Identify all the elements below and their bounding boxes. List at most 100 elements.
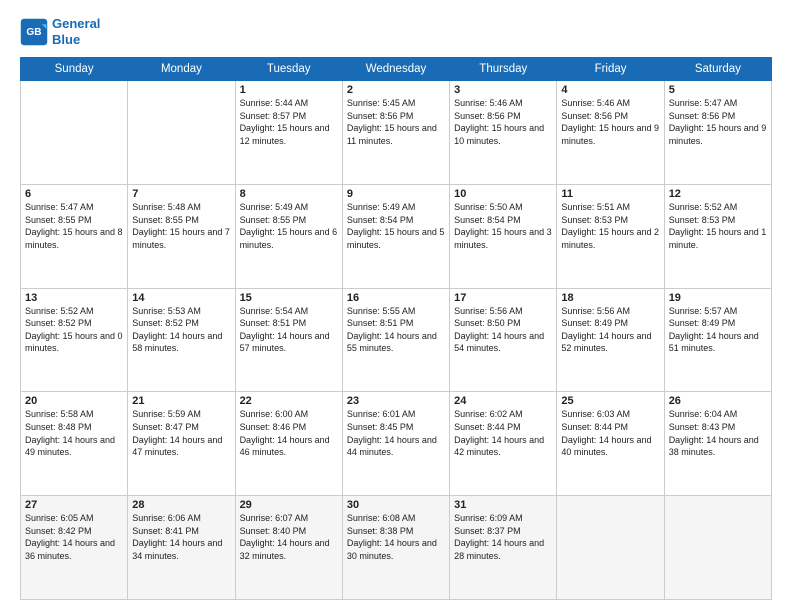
day-number: 14 bbox=[132, 292, 230, 304]
calendar-body: 1Sunrise: 5:44 AMSunset: 8:57 PMDaylight… bbox=[21, 81, 772, 600]
day-info: Sunrise: 5:47 AMSunset: 8:56 PMDaylight:… bbox=[669, 97, 767, 147]
calendar-cell: 21Sunrise: 5:59 AMSunset: 8:47 PMDayligh… bbox=[128, 392, 235, 496]
day-info: Sunrise: 5:56 AMSunset: 8:49 PMDaylight:… bbox=[561, 305, 659, 355]
day-number: 20 bbox=[25, 395, 123, 407]
day-info: Sunrise: 5:49 AMSunset: 8:54 PMDaylight:… bbox=[347, 201, 445, 251]
day-number: 13 bbox=[25, 292, 123, 304]
day-number: 30 bbox=[347, 499, 445, 511]
calendar-cell: 4Sunrise: 5:46 AMSunset: 8:56 PMDaylight… bbox=[557, 81, 664, 185]
calendar-cell: 3Sunrise: 5:46 AMSunset: 8:56 PMDaylight… bbox=[450, 81, 557, 185]
page: GB General Blue SundayMondayTuesdayWedne… bbox=[0, 0, 792, 612]
day-number: 27 bbox=[25, 499, 123, 511]
calendar-cell: 23Sunrise: 6:01 AMSunset: 8:45 PMDayligh… bbox=[342, 392, 449, 496]
calendar-cell: 1Sunrise: 5:44 AMSunset: 8:57 PMDaylight… bbox=[235, 81, 342, 185]
day-info: Sunrise: 5:47 AMSunset: 8:55 PMDaylight:… bbox=[25, 201, 123, 251]
calendar-cell: 15Sunrise: 5:54 AMSunset: 8:51 PMDayligh… bbox=[235, 288, 342, 392]
day-number: 23 bbox=[347, 395, 445, 407]
day-number: 31 bbox=[454, 499, 552, 511]
day-info: Sunrise: 6:09 AMSunset: 8:37 PMDaylight:… bbox=[454, 512, 552, 562]
calendar-cell: 24Sunrise: 6:02 AMSunset: 8:44 PMDayligh… bbox=[450, 392, 557, 496]
weekday-header-friday: Friday bbox=[557, 58, 664, 81]
calendar-week-4: 20Sunrise: 5:58 AMSunset: 8:48 PMDayligh… bbox=[21, 392, 772, 496]
logo-text: General Blue bbox=[52, 16, 100, 47]
calendar-cell: 11Sunrise: 5:51 AMSunset: 8:53 PMDayligh… bbox=[557, 184, 664, 288]
calendar-cell: 2Sunrise: 5:45 AMSunset: 8:56 PMDaylight… bbox=[342, 81, 449, 185]
calendar-week-1: 1Sunrise: 5:44 AMSunset: 8:57 PMDaylight… bbox=[21, 81, 772, 185]
calendar-cell: 29Sunrise: 6:07 AMSunset: 8:40 PMDayligh… bbox=[235, 496, 342, 600]
calendar-cell: 19Sunrise: 5:57 AMSunset: 8:49 PMDayligh… bbox=[664, 288, 771, 392]
calendar-week-2: 6Sunrise: 5:47 AMSunset: 8:55 PMDaylight… bbox=[21, 184, 772, 288]
day-number: 2 bbox=[347, 84, 445, 96]
day-number: 4 bbox=[561, 84, 659, 96]
day-number: 19 bbox=[669, 292, 767, 304]
day-number: 28 bbox=[132, 499, 230, 511]
calendar-cell: 22Sunrise: 6:00 AMSunset: 8:46 PMDayligh… bbox=[235, 392, 342, 496]
calendar-cell: 27Sunrise: 6:05 AMSunset: 8:42 PMDayligh… bbox=[21, 496, 128, 600]
day-info: Sunrise: 5:49 AMSunset: 8:55 PMDaylight:… bbox=[240, 201, 338, 251]
calendar-cell: 10Sunrise: 5:50 AMSunset: 8:54 PMDayligh… bbox=[450, 184, 557, 288]
calendar-cell bbox=[21, 81, 128, 185]
day-number: 5 bbox=[669, 84, 767, 96]
day-info: Sunrise: 6:04 AMSunset: 8:43 PMDaylight:… bbox=[669, 408, 767, 458]
svg-text:GB: GB bbox=[26, 27, 41, 38]
day-info: Sunrise: 6:07 AMSunset: 8:40 PMDaylight:… bbox=[240, 512, 338, 562]
calendar-cell: 20Sunrise: 5:58 AMSunset: 8:48 PMDayligh… bbox=[21, 392, 128, 496]
calendar-cell bbox=[557, 496, 664, 600]
day-info: Sunrise: 6:00 AMSunset: 8:46 PMDaylight:… bbox=[240, 408, 338, 458]
day-number: 1 bbox=[240, 84, 338, 96]
day-info: Sunrise: 5:58 AMSunset: 8:48 PMDaylight:… bbox=[25, 408, 123, 458]
header: GB General Blue bbox=[20, 16, 772, 47]
calendar-cell bbox=[664, 496, 771, 600]
day-info: Sunrise: 5:50 AMSunset: 8:54 PMDaylight:… bbox=[454, 201, 552, 251]
calendar-cell: 18Sunrise: 5:56 AMSunset: 8:49 PMDayligh… bbox=[557, 288, 664, 392]
day-number: 10 bbox=[454, 188, 552, 200]
weekday-header-monday: Monday bbox=[128, 58, 235, 81]
calendar-cell: 28Sunrise: 6:06 AMSunset: 8:41 PMDayligh… bbox=[128, 496, 235, 600]
day-info: Sunrise: 5:48 AMSunset: 8:55 PMDaylight:… bbox=[132, 201, 230, 251]
day-info: Sunrise: 5:46 AMSunset: 8:56 PMDaylight:… bbox=[561, 97, 659, 147]
day-number: 26 bbox=[669, 395, 767, 407]
calendar-table: SundayMondayTuesdayWednesdayThursdayFrid… bbox=[20, 57, 772, 600]
day-info: Sunrise: 6:01 AMSunset: 8:45 PMDaylight:… bbox=[347, 408, 445, 458]
day-number: 18 bbox=[561, 292, 659, 304]
weekday-header-tuesday: Tuesday bbox=[235, 58, 342, 81]
day-number: 12 bbox=[669, 188, 767, 200]
day-info: Sunrise: 6:05 AMSunset: 8:42 PMDaylight:… bbox=[25, 512, 123, 562]
day-info: Sunrise: 6:06 AMSunset: 8:41 PMDaylight:… bbox=[132, 512, 230, 562]
calendar-cell: 30Sunrise: 6:08 AMSunset: 8:38 PMDayligh… bbox=[342, 496, 449, 600]
day-info: Sunrise: 5:59 AMSunset: 8:47 PMDaylight:… bbox=[132, 408, 230, 458]
day-number: 22 bbox=[240, 395, 338, 407]
day-info: Sunrise: 5:52 AMSunset: 8:53 PMDaylight:… bbox=[669, 201, 767, 251]
weekday-header-saturday: Saturday bbox=[664, 58, 771, 81]
day-info: Sunrise: 6:08 AMSunset: 8:38 PMDaylight:… bbox=[347, 512, 445, 562]
logo: GB General Blue bbox=[20, 16, 100, 47]
day-info: Sunrise: 5:52 AMSunset: 8:52 PMDaylight:… bbox=[25, 305, 123, 355]
weekday-header-sunday: Sunday bbox=[21, 58, 128, 81]
day-info: Sunrise: 5:45 AMSunset: 8:56 PMDaylight:… bbox=[347, 97, 445, 147]
calendar-cell: 17Sunrise: 5:56 AMSunset: 8:50 PMDayligh… bbox=[450, 288, 557, 392]
day-info: Sunrise: 5:51 AMSunset: 8:53 PMDaylight:… bbox=[561, 201, 659, 251]
day-number: 25 bbox=[561, 395, 659, 407]
calendar-cell: 13Sunrise: 5:52 AMSunset: 8:52 PMDayligh… bbox=[21, 288, 128, 392]
weekday-header-thursday: Thursday bbox=[450, 58, 557, 81]
calendar-week-3: 13Sunrise: 5:52 AMSunset: 8:52 PMDayligh… bbox=[21, 288, 772, 392]
day-info: Sunrise: 6:02 AMSunset: 8:44 PMDaylight:… bbox=[454, 408, 552, 458]
day-info: Sunrise: 5:55 AMSunset: 8:51 PMDaylight:… bbox=[347, 305, 445, 355]
day-number: 15 bbox=[240, 292, 338, 304]
day-info: Sunrise: 5:54 AMSunset: 8:51 PMDaylight:… bbox=[240, 305, 338, 355]
logo-icon: GB bbox=[20, 18, 48, 46]
weekday-header-wednesday: Wednesday bbox=[342, 58, 449, 81]
day-info: Sunrise: 5:53 AMSunset: 8:52 PMDaylight:… bbox=[132, 305, 230, 355]
calendar-cell: 6Sunrise: 5:47 AMSunset: 8:55 PMDaylight… bbox=[21, 184, 128, 288]
calendar-cell: 9Sunrise: 5:49 AMSunset: 8:54 PMDaylight… bbox=[342, 184, 449, 288]
day-info: Sunrise: 5:56 AMSunset: 8:50 PMDaylight:… bbox=[454, 305, 552, 355]
day-number: 16 bbox=[347, 292, 445, 304]
calendar-cell: 26Sunrise: 6:04 AMSunset: 8:43 PMDayligh… bbox=[664, 392, 771, 496]
day-number: 17 bbox=[454, 292, 552, 304]
calendar-cell: 25Sunrise: 6:03 AMSunset: 8:44 PMDayligh… bbox=[557, 392, 664, 496]
calendar-cell: 12Sunrise: 5:52 AMSunset: 8:53 PMDayligh… bbox=[664, 184, 771, 288]
day-number: 6 bbox=[25, 188, 123, 200]
day-number: 21 bbox=[132, 395, 230, 407]
day-info: Sunrise: 5:57 AMSunset: 8:49 PMDaylight:… bbox=[669, 305, 767, 355]
day-number: 8 bbox=[240, 188, 338, 200]
